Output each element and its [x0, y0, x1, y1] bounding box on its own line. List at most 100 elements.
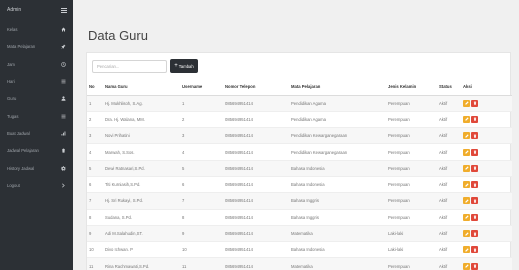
edit-button[interactable] [463, 148, 470, 156]
cell-username: 1 [180, 95, 223, 112]
cell-no: 5 [87, 160, 103, 177]
delete-button[interactable] [471, 148, 478, 156]
edit-button[interactable] [463, 262, 470, 270]
cell-jenis-kelamin: Perempuan [386, 192, 437, 210]
cell-username: 8 [180, 209, 223, 226]
row-actions [463, 115, 512, 123]
cell-nama-guru: Hj. Mukhlisoh, S.Ag. [103, 95, 180, 112]
cell-username: 9 [180, 225, 223, 243]
row-actions [463, 213, 512, 221]
row-actions [463, 132, 512, 140]
sidebar-item-guru[interactable]: Guru [0, 90, 73, 107]
page-title: Data Guru [88, 28, 148, 43]
header-mata-pelajaran[interactable]: Mata Pelajaran [289, 79, 386, 96]
cell-nama-guru: Marwah, S.Sos. [103, 143, 180, 161]
cell-nomor-telepon: 085694951414 [223, 127, 289, 145]
cell-nama-guru: Dewi Ratnasari,S.Pd. [103, 160, 180, 177]
sidebar-item-label: Hari [7, 79, 15, 85]
edit-icon [464, 264, 469, 268]
sidebar-item-logout[interactable]: Logout [0, 177, 73, 194]
cell-no: 9 [87, 225, 103, 243]
cell-status: Aktif [437, 127, 461, 145]
edit-button[interactable] [463, 164, 470, 172]
trash-icon [473, 101, 476, 105]
header-nama-guru[interactable]: Nama Guru [103, 79, 180, 96]
header-jenis-kelamin[interactable]: Jenis Kelamin [386, 79, 437, 96]
cell-nama-guru: Rina Rachmawati,S.Pd. [103, 257, 180, 270]
edit-button[interactable] [463, 132, 470, 140]
edit-button[interactable] [463, 115, 470, 123]
cell-aksi [461, 111, 512, 129]
edit-icon [464, 117, 469, 122]
cell-no: 6 [87, 176, 103, 194]
delete-button[interactable] [471, 115, 478, 123]
add-button[interactable]: + Tambah [170, 59, 198, 73]
header-aksi: Aksi [461, 79, 512, 96]
cell-mata-pelajaran: Pendidikan Kewarganegaraan [289, 127, 386, 145]
chevron-right-icon [60, 182, 67, 189]
sidebar-item-mata-pelajaran[interactable]: Mata Pelajaran [0, 38, 73, 55]
delete-button[interactable] [471, 213, 478, 221]
sidebar-item-jam[interactable]: Jam [0, 56, 73, 73]
edit-button[interactable] [463, 197, 470, 205]
cell-no: 7 [87, 192, 103, 210]
cell-status: Aktif [437, 111, 461, 129]
list-icon [60, 113, 67, 120]
header-nomor-telepon[interactable]: Nomor Telepon [223, 79, 289, 96]
delete-button[interactable] [471, 181, 478, 189]
sidebar-item-buat-jadwal[interactable]: Buat Jadwal [0, 125, 73, 142]
trash-icon [60, 147, 67, 154]
menu-toggle-icon[interactable] [61, 7, 67, 13]
cell-status: Aktif [437, 95, 461, 112]
delete-button[interactable] [471, 99, 478, 107]
edit-button[interactable] [463, 181, 470, 189]
table-row: 9 Adi M.Salahudin,ST. 9 085694951414 Matemat… [87, 225, 512, 243]
add-button-label: Tambah [178, 63, 194, 69]
search-input[interactable] [92, 59, 167, 73]
table-body: 1 Hj. Mukhlisoh, S.Ag. 1 085694951414 Pendid… [87, 95, 512, 270]
table-header-row: No Nama Guru Username Nomor Telepon Mata… [87, 79, 512, 96]
cell-nomor-telepon: 085694951414 [223, 176, 289, 194]
cell-jenis-kelamin: Perempuan [386, 127, 437, 145]
sidebar-title: Admin [7, 7, 22, 13]
delete-button[interactable] [471, 230, 478, 238]
user-icon [60, 95, 67, 102]
header-username[interactable]: Username [180, 79, 223, 96]
cell-no: 4 [87, 143, 103, 161]
cell-aksi [461, 209, 512, 226]
cell-nama-guru: Novi Prihatini [103, 127, 180, 145]
delete-button[interactable] [471, 262, 478, 270]
delete-button[interactable] [471, 197, 478, 205]
trash-icon [473, 199, 476, 203]
row-actions [463, 197, 512, 205]
cell-jenis-kelamin: Perempuan [386, 95, 437, 112]
header-status[interactable]: Status [437, 79, 461, 96]
cell-status: Aktif [437, 160, 461, 177]
row-actions [463, 99, 512, 107]
delete-button[interactable] [471, 132, 478, 140]
sidebar-item-label: Jam [7, 61, 15, 67]
sidebar-item-tugas[interactable]: Tugas [0, 107, 73, 124]
cell-nomor-telepon: 085694951414 [223, 241, 289, 259]
edit-button[interactable] [463, 246, 470, 254]
cell-no: 1 [87, 95, 103, 112]
cell-no: 10 [87, 241, 103, 259]
delete-button[interactable] [471, 246, 478, 254]
sidebar-item-kelas[interactable]: Kelas [0, 21, 73, 38]
cell-username: 3 [180, 127, 223, 145]
edit-button[interactable] [463, 99, 470, 107]
header-no[interactable]: No [87, 79, 103, 96]
delete-button[interactable] [471, 164, 478, 172]
table-row: 10 Divo Ichwan. P 10 085694951414 Bahasa Ind… [87, 241, 512, 259]
cell-mata-pelajaran: Bahasa Inggris [289, 209, 386, 226]
row-actions [463, 164, 512, 172]
cell-aksi [461, 225, 512, 243]
cell-nomor-telepon: 085694951414 [223, 192, 289, 210]
cell-username: 7 [180, 192, 223, 210]
edit-button[interactable] [463, 230, 470, 238]
trash-icon [473, 166, 476, 171]
sidebar-item-hari[interactable]: Hari [0, 73, 73, 90]
sidebar-item-history-jadwal[interactable]: History Jadwal [0, 159, 73, 176]
sidebar-item-jadwal-pelajaran[interactable]: Jadwal Pelajaran [0, 142, 73, 159]
edit-button[interactable] [463, 213, 470, 221]
